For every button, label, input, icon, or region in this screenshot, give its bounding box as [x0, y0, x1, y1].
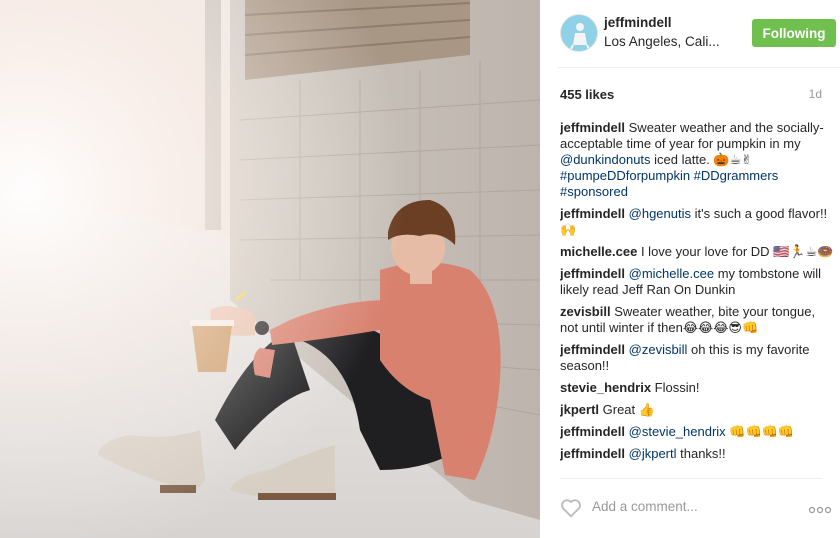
- post-photo[interactable]: [0, 0, 540, 538]
- comment-author[interactable]: jeffmindell: [560, 342, 625, 357]
- comment-text-tail: iced latte. 🎃☕✌: [650, 152, 753, 167]
- comments-list: jeffmindell Sweater weather and the soci…: [560, 120, 836, 476]
- comment-mention[interactable]: @hgenutis: [629, 206, 691, 221]
- list-item: jeffmindell @stevie_hendrix 👊👊👊👊: [560, 424, 836, 440]
- comment-author[interactable]: jeffmindell: [560, 446, 625, 461]
- comment-author[interactable]: jeffmindell: [560, 120, 625, 135]
- likes-count[interactable]: 455 likes: [560, 87, 614, 102]
- comment-text: Great 👍: [602, 402, 655, 417]
- comment-mention[interactable]: @michelle.cee: [629, 266, 714, 281]
- comment-text: thanks!!: [676, 446, 726, 461]
- comment-text: Flossin!: [654, 380, 700, 395]
- post-username[interactable]: jeffmindell: [604, 15, 672, 30]
- post-detail-panel: jeffmindell Los Angeles, Cali... Followi…: [540, 0, 840, 538]
- avatar-figure-icon: [561, 15, 597, 51]
- profile-avatar[interactable]: [560, 14, 598, 52]
- comment-author[interactable]: jeffmindell: [560, 424, 625, 439]
- comment-author[interactable]: stevie_hendrix: [560, 380, 651, 395]
- following-button[interactable]: Following: [752, 19, 836, 47]
- comment-hashtags[interactable]: #pumpeDDforpumpkin #DDgrammers #sponsore…: [560, 168, 778, 199]
- comment-mention[interactable]: @zevisbill: [629, 342, 688, 357]
- list-item: stevie_hendrix Flossin!: [560, 380, 836, 396]
- list-item: jeffmindell @hgenutis it's such a good f…: [560, 206, 836, 238]
- comment-author[interactable]: jkpertl: [560, 402, 599, 417]
- caption: jeffmindell Sweater weather and the soci…: [560, 120, 836, 200]
- comment-mention[interactable]: @jkpertl: [629, 446, 677, 461]
- list-item: jeffmindell @zevisbill oh this is my fav…: [560, 342, 836, 374]
- post-meta: 455 likes 1d: [560, 87, 822, 105]
- post-header: jeffmindell Los Angeles, Cali... Followi…: [558, 0, 840, 68]
- list-item: jeffmindell @jkpertl thanks!!: [560, 446, 836, 462]
- more-options-icon[interactable]: [808, 503, 832, 514]
- comment-author[interactable]: jeffmindell: [560, 206, 625, 221]
- post-location[interactable]: Los Angeles, Cali...: [604, 34, 720, 49]
- add-comment-input[interactable]: Add a comment...: [592, 499, 698, 514]
- comment-mention[interactable]: @stevie_hendrix: [629, 424, 726, 439]
- comment-author[interactable]: jeffmindell: [560, 266, 625, 281]
- comment-text: I love your love for DD 🇺🇸🏃☕🍩: [640, 244, 834, 259]
- comment-author[interactable]: michelle.cee: [560, 244, 637, 259]
- list-item: michelle.cee I love your love for DD 🇺🇸🏃…: [560, 244, 836, 260]
- heart-outline-icon[interactable]: [560, 497, 582, 519]
- comment-mention[interactable]: @dunkindonuts: [560, 152, 651, 167]
- list-item: jeffmindell @michelle.cee my tombstone w…: [560, 266, 836, 298]
- comment-author[interactable]: zevisbill: [560, 304, 611, 319]
- comment-text: 👊👊👊👊: [725, 424, 795, 439]
- post-age[interactable]: 1d: [809, 87, 822, 101]
- photo-illustration: [0, 0, 540, 538]
- add-comment-bar: Add a comment...: [560, 478, 832, 538]
- list-item: zevisbill Sweater weather, bite your ton…: [560, 304, 836, 336]
- list-item: jkpertl Great 👍: [560, 402, 836, 418]
